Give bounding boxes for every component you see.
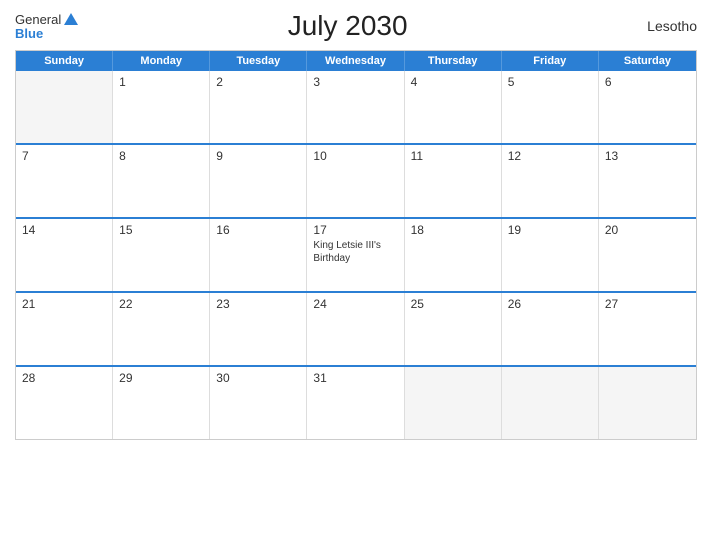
cal-cell: 16 [210, 219, 307, 291]
cal-cell: 9 [210, 145, 307, 217]
cal-cell: 5 [502, 71, 599, 143]
header-sunday: Sunday [16, 51, 113, 71]
cal-cell: 29 [113, 367, 210, 439]
day-number: 21 [22, 297, 106, 311]
cal-cell: 6 [599, 71, 696, 143]
cal-cell: 23 [210, 293, 307, 365]
day-number: 22 [119, 297, 203, 311]
header-tuesday: Tuesday [210, 51, 307, 71]
cal-cell: 24 [307, 293, 404, 365]
cal-cell [502, 367, 599, 439]
cal-cell: 11 [405, 145, 502, 217]
day-number: 4 [411, 75, 495, 89]
day-number: 7 [22, 149, 106, 163]
cal-cell: 12 [502, 145, 599, 217]
calendar-header: Sunday Monday Tuesday Wednesday Thursday… [16, 51, 696, 71]
logo-triangle-icon [64, 13, 78, 25]
cal-cell: 21 [16, 293, 113, 365]
logo-blue-text: Blue [15, 27, 78, 40]
calendar-week-1: 123456 [16, 71, 696, 143]
cal-cell: 26 [502, 293, 599, 365]
day-number: 30 [216, 371, 300, 385]
cal-cell: 30 [210, 367, 307, 439]
calendar-grid: Sunday Monday Tuesday Wednesday Thursday… [15, 50, 697, 440]
day-number: 31 [313, 371, 397, 385]
day-number: 9 [216, 149, 300, 163]
day-number: 1 [119, 75, 203, 89]
cal-cell: 15 [113, 219, 210, 291]
day-number: 17 [313, 223, 397, 237]
cal-cell: 31 [307, 367, 404, 439]
calendar-week-3: 14 15 16 17 King Letsie III's Birthday 18 19 20 [16, 217, 696, 291]
day-number: 16 [216, 223, 300, 237]
day-number: 15 [119, 223, 203, 237]
cal-cell: 14 [16, 219, 113, 291]
day-number: 27 [605, 297, 690, 311]
day-number: 5 [508, 75, 592, 89]
day-number: 6 [605, 75, 690, 89]
calendar-week-4: 21 22 23 24 25 26 27 [16, 291, 696, 365]
cal-cell: 1 [113, 71, 210, 143]
country-label: Lesotho [617, 18, 697, 34]
cal-cell: 18 [405, 219, 502, 291]
cal-cell: 25 [405, 293, 502, 365]
header-saturday: Saturday [599, 51, 696, 71]
calendar-title: July 2030 [78, 10, 617, 42]
day-number: 11 [411, 149, 495, 163]
day-number: 13 [605, 149, 690, 163]
header-monday: Monday [113, 51, 210, 71]
day-number: 28 [22, 371, 106, 385]
cal-cell: 22 [113, 293, 210, 365]
day-number: 14 [22, 223, 106, 237]
calendar-event: King Letsie III's Birthday [313, 239, 397, 265]
day-number: 25 [411, 297, 495, 311]
cal-cell: 7 [16, 145, 113, 217]
day-number: 18 [411, 223, 495, 237]
cal-cell: 17 King Letsie III's Birthday [307, 219, 404, 291]
header-friday: Friday [502, 51, 599, 71]
page-header: General Blue July 2030 Lesotho [15, 10, 697, 42]
day-number: 10 [313, 149, 397, 163]
day-number: 20 [605, 223, 690, 237]
cal-cell [16, 71, 113, 143]
day-number: 8 [119, 149, 203, 163]
calendar-week-2: 789 10 11 12 13 [16, 143, 696, 217]
calendar-page: General Blue July 2030 Lesotho Sunday Mo… [0, 0, 712, 550]
day-number: 29 [119, 371, 203, 385]
weeks-container: 1234567891011121314151617King Letsie III… [16, 71, 696, 439]
day-number: 23 [216, 297, 300, 311]
day-number: 3 [313, 75, 397, 89]
cal-cell: 10 [307, 145, 404, 217]
logo: General Blue [15, 13, 78, 40]
cal-cell: 2 [210, 71, 307, 143]
cal-cell [405, 367, 502, 439]
cal-cell: 8 [113, 145, 210, 217]
day-number: 19 [508, 223, 592, 237]
cal-cell [599, 367, 696, 439]
cal-cell: 19 [502, 219, 599, 291]
cal-cell: 13 [599, 145, 696, 217]
header-thursday: Thursday [405, 51, 502, 71]
cal-cell: 3 [307, 71, 404, 143]
calendar-week-5: 28 29 30 31 [16, 365, 696, 439]
cal-cell: 28 [16, 367, 113, 439]
day-number: 2 [216, 75, 300, 89]
day-number: 26 [508, 297, 592, 311]
header-wednesday: Wednesday [307, 51, 404, 71]
cal-cell: 27 [599, 293, 696, 365]
cal-cell: 4 [405, 71, 502, 143]
day-number: 12 [508, 149, 592, 163]
day-number: 24 [313, 297, 397, 311]
logo-general-text: General [15, 13, 61, 26]
cal-cell: 20 [599, 219, 696, 291]
